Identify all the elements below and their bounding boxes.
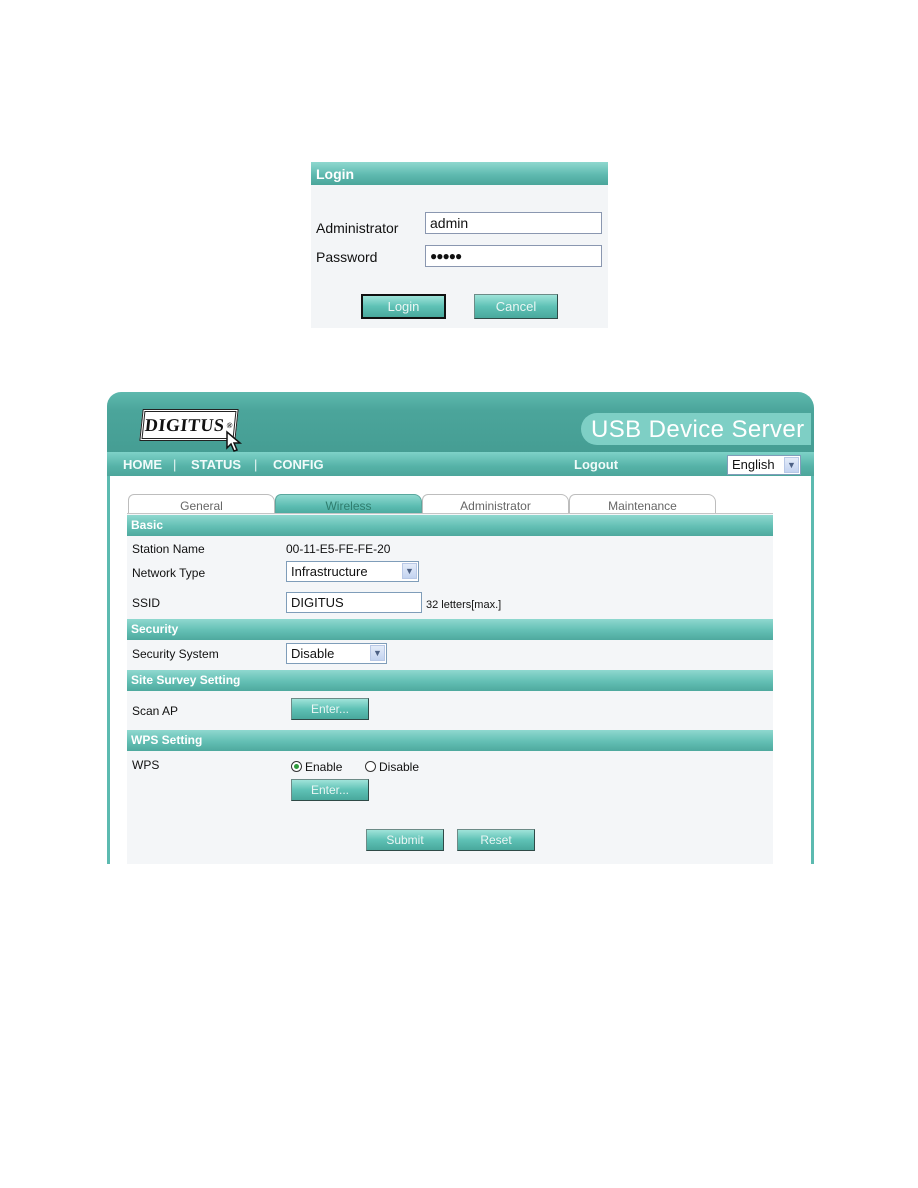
security-system-value: Disable	[291, 646, 335, 661]
submit-button[interactable]: Submit	[366, 829, 444, 851]
cursor-arrow-icon	[226, 430, 243, 452]
scan-ap-label: Scan AP	[132, 704, 179, 718]
wps-disable-radio[interactable]	[365, 761, 376, 772]
section-header-basic: Basic	[127, 515, 773, 536]
nav-status[interactable]: STATUS	[191, 452, 241, 476]
wps-enable-radio[interactable]	[291, 761, 302, 772]
nav-config[interactable]: CONFIG	[273, 452, 324, 476]
login-title: Login	[311, 162, 608, 185]
radio-selected-dot	[294, 764, 299, 769]
wps-disable-label[interactable]: Disable	[379, 760, 419, 774]
chevron-down-icon: ▼	[370, 645, 385, 661]
nav-home[interactable]: HOME	[123, 452, 162, 476]
password-input[interactable]: ●●●●●	[425, 245, 602, 267]
tab-general[interactable]: General	[128, 494, 275, 514]
device-server-page: DIGITUS ® USB Device Server HOME | STATUS…	[107, 392, 814, 864]
wps-enter-button[interactable]: Enter...	[291, 779, 369, 801]
login-dialog: Login Administrator admin Password ●●●●●…	[311, 162, 608, 328]
top-nav: HOME | STATUS | CONFIG Logout English ▼	[107, 452, 814, 476]
administrator-label: Administrator	[316, 220, 399, 236]
header-banner: DIGITUS ® USB Device Server	[107, 392, 814, 454]
station-name-label: Station Name	[132, 542, 205, 556]
login-button[interactable]: Login	[361, 294, 446, 319]
section-header-wps: WPS Setting	[127, 730, 773, 751]
password-label: Password	[316, 249, 378, 265]
nav-separator: |	[173, 457, 177, 472]
cancel-button[interactable]: Cancel	[474, 294, 558, 319]
wps-label: WPS	[132, 758, 160, 772]
ssid-label: SSID	[132, 596, 161, 610]
wireless-form: Basic Station Name 00-11-E5-FE-FE-20 Net…	[127, 514, 773, 864]
tab-wireless[interactable]: Wireless	[275, 494, 422, 514]
network-type-label: Network Type	[132, 566, 206, 580]
ssid-hint: 32 letters[max.]	[426, 599, 502, 611]
language-select[interactable]: English ▼	[727, 455, 801, 475]
nav-separator: |	[254, 457, 258, 472]
tab-administrator[interactable]: Administrator	[422, 494, 569, 514]
tab-maintenance[interactable]: Maintenance	[569, 494, 716, 514]
wps-enable-label[interactable]: Enable	[305, 760, 342, 774]
chevron-down-icon: ▼	[784, 457, 799, 473]
security-system-label: Security System	[132, 647, 219, 661]
scan-ap-enter-button[interactable]: Enter...	[291, 698, 369, 720]
registered-mark: ®	[226, 420, 234, 430]
chevron-down-icon: ▼	[402, 563, 417, 579]
network-type-value: Infrastructure	[291, 564, 368, 579]
product-title: USB Device Server	[581, 413, 811, 445]
ssid-input[interactable]: DIGITUS	[286, 592, 422, 613]
reset-button[interactable]: Reset	[457, 829, 535, 851]
digitus-logo: DIGITUS ®	[139, 409, 239, 441]
logout-link[interactable]: Logout	[574, 452, 618, 476]
section-header-security: Security	[127, 619, 773, 640]
administrator-input[interactable]: admin	[425, 212, 602, 234]
security-system-select[interactable]: Disable ▼	[286, 643, 387, 664]
language-value: English	[732, 457, 775, 472]
network-type-select[interactable]: Infrastructure ▼	[286, 561, 419, 582]
station-name-value: 00-11-E5-FE-FE-20	[286, 542, 391, 556]
logo-text: DIGITUS	[143, 414, 226, 435]
section-header-site-survey: Site Survey Setting	[127, 670, 773, 691]
